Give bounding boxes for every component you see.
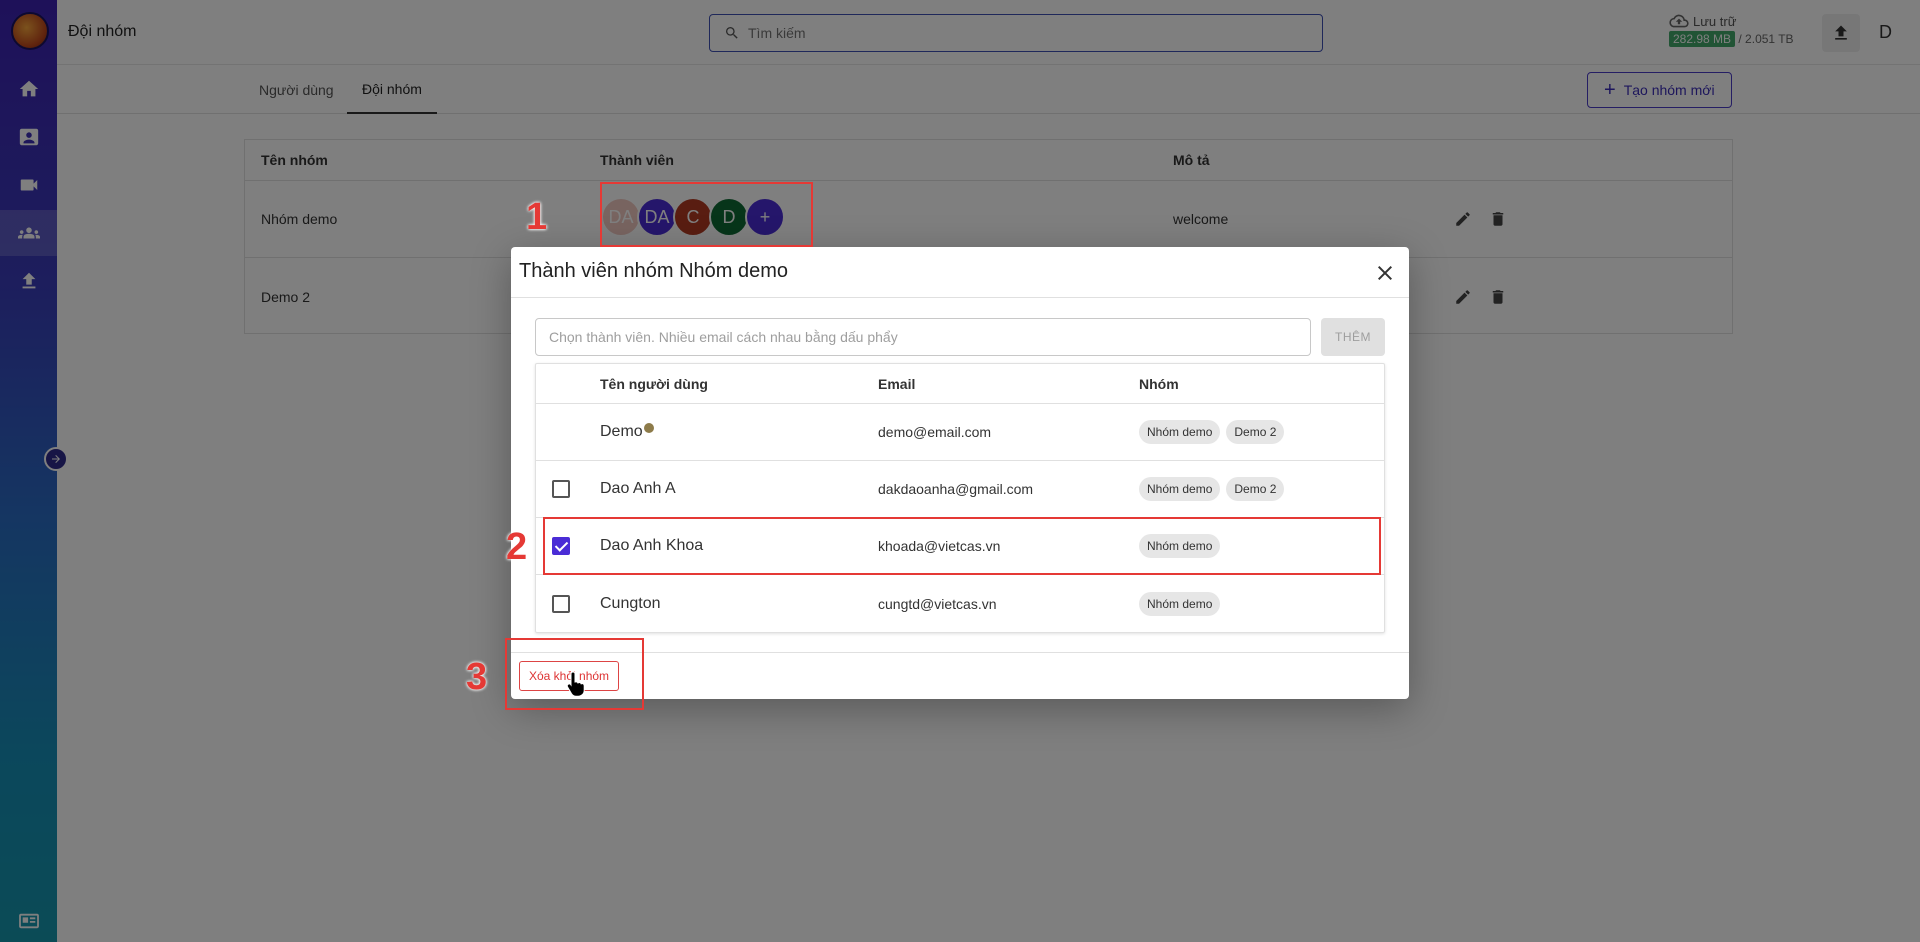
column-group: Nhóm — [1139, 375, 1179, 392]
group-chip: Nhóm demo — [1139, 420, 1221, 444]
member-groups: Nhóm demo — [1139, 591, 1226, 616]
group-chip: Demo 2 — [1226, 477, 1285, 501]
member-groups: Nhóm demo Demo 2 — [1139, 420, 1290, 444]
add-member-button[interactable]: THÊM — [1321, 318, 1385, 356]
member-checkbox[interactable] — [552, 480, 570, 498]
member-email-input[interactable] — [535, 318, 1311, 356]
dialog-title: Thành viên nhóm Nhóm demo — [519, 260, 789, 282]
owner-badge-icon — [643, 423, 654, 433]
member-checkbox[interactable] — [552, 594, 570, 613]
divider — [511, 652, 1409, 653]
member-name: Cungton — [600, 594, 661, 612]
member-email: cungtd@vietcas.vn — [878, 595, 997, 612]
group-chip: Nhóm demo — [1139, 591, 1221, 616]
group-chip: Demo 2 — [1226, 420, 1285, 444]
table-row[interactable]: Dao Anh A dakdaoanha@gmail.com Nhóm demo… — [536, 461, 1384, 518]
table-header: Tên người dùng Email Nhóm — [536, 364, 1384, 404]
member-email: demo@email.com — [878, 424, 992, 440]
group-chip: Nhóm demo — [1139, 477, 1221, 501]
member-groups: Nhóm demo Demo 2 — [1139, 477, 1290, 501]
table-row[interactable]: Demo demo@email.com Nhóm demo Demo 2 — [536, 404, 1384, 461]
app-root: Đội nhóm Lưu trữ 282.98 MB / 2.051 TB D … — [0, 0, 1920, 942]
annotation-number: 1 — [526, 196, 548, 238]
table-row[interactable]: Cungton cungtd@vietcas.vn Nhóm demo — [536, 575, 1384, 632]
annotation-box-2 — [543, 517, 1381, 575]
member-name: Dao Anh A — [600, 480, 676, 497]
column-email: Email — [878, 375, 916, 392]
hand-cursor-icon — [566, 671, 585, 697]
members-table: Tên người dùng Email Nhóm Demo demo@emai… — [535, 363, 1385, 633]
group-members-dialog: Thành viên nhóm Nhóm demo THÊM Tên người… — [511, 247, 1409, 699]
member-email: dakdaoanha@gmail.com — [878, 481, 1034, 497]
member-name: Demo — [600, 423, 654, 441]
annotation-number: 3 — [466, 656, 488, 698]
column-username: Tên người dùng — [600, 375, 708, 392]
annotation-box-1 — [600, 182, 813, 247]
divider — [511, 297, 1409, 298]
annotation-number: 2 — [506, 526, 528, 568]
close-icon[interactable] — [1373, 261, 1397, 285]
